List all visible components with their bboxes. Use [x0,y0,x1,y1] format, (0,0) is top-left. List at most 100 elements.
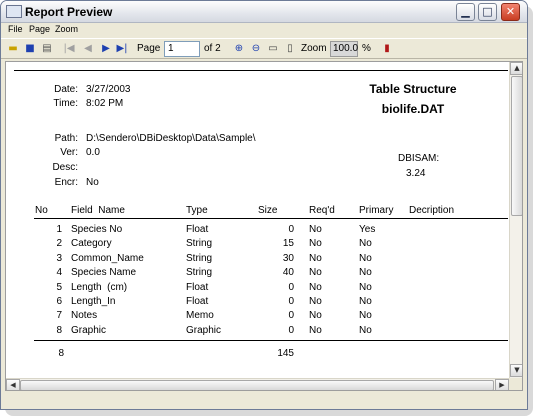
cell-no: 3 [56,252,62,264]
save-icon[interactable]: ■ [22,41,38,57]
menu-zoom[interactable]: Zoom [55,24,78,34]
menu-bar: File Page Zoom [1,23,527,37]
scroll-corner [509,378,522,390]
next-page-icon[interactable]: ▶ [98,41,114,57]
maximize-button[interactable]: □ [478,3,497,21]
cell-no: 8 [56,324,62,336]
cell-size: 0 [288,310,294,322]
zoom-out-icon[interactable]: ⊖ [248,41,264,57]
header-rule [34,218,508,219]
cell-size: 0 [288,324,294,336]
cell-size: 0 [288,224,294,235]
engine-label: DBISAM: [398,153,440,164]
horizontal-scrollbar[interactable]: ◀ ▶ [6,378,509,390]
page-count-label: of 2 [204,43,221,54]
report-title: Table Structure [369,82,457,96]
cell-primary: No [359,310,372,322]
cell-no: 4 [56,267,62,279]
open-folder-icon[interactable]: ▬ [5,41,21,57]
cell-primary: Yes [359,224,376,235]
last-page-icon[interactable]: ▶| [114,41,130,57]
total-size: 145 [277,348,294,359]
page-top-rule [14,70,508,71]
cell-primary: No [359,296,372,307]
cell-size: 30 [282,252,294,264]
zoom-unit-label: % [362,43,371,54]
engine-version: 3.24 [406,168,426,179]
col-header-no: No [35,205,48,216]
window-title: Report Preview [25,5,113,19]
cell-field-name: Length (cm) [71,281,128,293]
version-value: 0.0 [86,147,100,158]
cell-size: 15 [282,238,294,250]
col-header-size: Size [258,205,278,216]
col-header-type: Type [186,205,208,216]
zoom-in-icon[interactable]: ⊕ [231,41,247,57]
cell-field-name: Notes [71,310,98,322]
cell-no: 7 [56,310,62,322]
encryption-value: No [86,177,99,188]
cell-field-name: Length_In [71,296,116,307]
cell-reqd: No [309,281,322,293]
cell-field-name: Graphic [71,324,107,336]
date-value: 3/27/2003 [86,84,131,95]
exit-icon[interactable]: ▮ [379,41,395,57]
scroll-up-button[interactable]: ▲ [510,62,522,75]
path-key: Path: [54,133,78,144]
cell-no: 1 [56,224,62,235]
cell-field-name: Species Name [71,267,137,279]
date-key: Date: [54,84,78,95]
cell-primary: No [359,324,372,336]
horizontal-scroll-thumb[interactable] [20,380,494,390]
app-icon[interactable] [6,5,22,18]
col-header-description: Decription [409,205,455,216]
vertical-scroll-thumb[interactable] [511,76,522,216]
cell-primary: No [359,238,372,250]
total-field-count: 8 [58,348,64,359]
col-header-field-name: Field Name [71,205,125,216]
cell-reqd: No [309,252,322,264]
cell-reqd: No [309,224,322,235]
cell-type: Float [186,281,209,293]
close-button[interactable]: ✕ [501,3,520,21]
page-number-input[interactable]: 1 [164,41,200,57]
cell-no: 6 [56,296,62,307]
cell-primary: No [359,252,372,264]
first-page-icon[interactable]: |◀ [61,41,77,57]
version-key: Ver: [60,147,78,158]
vertical-scrollbar[interactable]: ▲ ▼ [509,62,522,378]
cell-reqd: No [309,296,322,307]
minimize-button[interactable]: ▁ [456,3,475,21]
menu-page[interactable]: Page [29,24,50,34]
zoom-label: Zoom [301,43,327,54]
cell-no: 5 [56,281,62,293]
time-key: Time: [53,98,78,109]
time-value: 8:02 PM [86,98,124,109]
scroll-down-button[interactable]: ▼ [510,364,522,377]
title-bar: Report Preview ▁ □ ✕ [1,1,527,23]
cell-reqd: No [309,267,322,279]
cell-size: 40 [282,267,294,279]
cell-reqd: No [309,324,322,336]
zoom-input[interactable]: 100.0 [330,41,358,57]
cell-size: 0 [288,281,294,293]
fit-page-icon[interactable]: ▯ [282,41,298,57]
page-label: Page [137,43,161,54]
menu-file[interactable]: File [8,24,23,34]
cell-type: String [186,238,213,250]
scroll-right-button[interactable]: ▶ [495,379,509,390]
cell-reqd: No [309,238,322,250]
cell-type: String [186,267,213,279]
cell-type: Memo [186,310,214,322]
total-rule [34,340,508,341]
fit-width-icon[interactable]: ▭ [265,41,281,57]
cell-size: 0 [288,296,294,307]
scroll-left-button[interactable]: ◀ [6,379,20,390]
prev-page-icon[interactable]: ◀ [80,41,96,57]
path-value: D:\Sendero\DBiDesktop\Data\Sample\ [86,133,256,144]
print-icon[interactable]: ▤ [39,41,55,57]
report-table-name: biolife.DAT [381,102,445,116]
cell-field-name: Species No [71,224,123,235]
description-key: Desc: [52,162,78,173]
report-preview-window: Report Preview ▁ □ ✕ File Page Zoom ▬ ■ … [0,0,528,410]
